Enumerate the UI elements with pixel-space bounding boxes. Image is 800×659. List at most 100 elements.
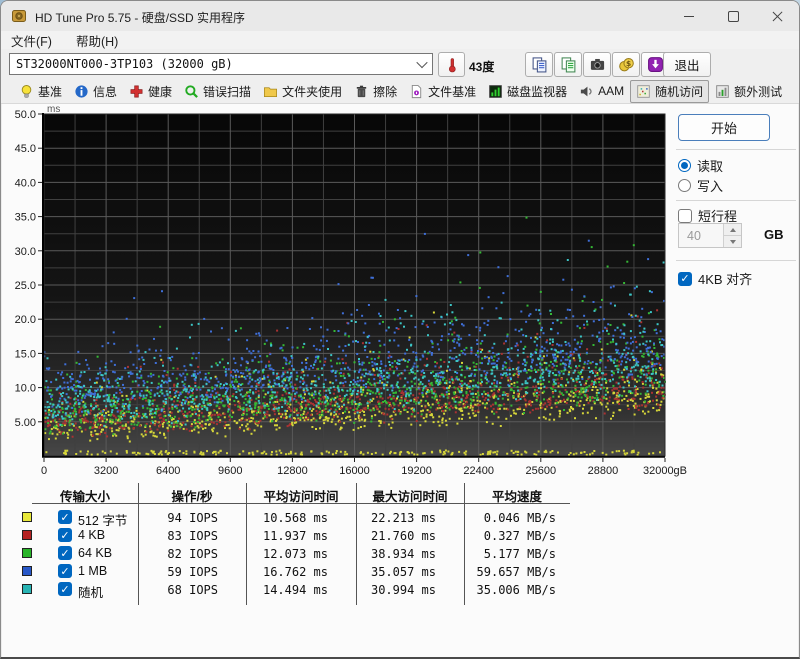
thermometer-icon (448, 57, 456, 72)
svg-text:32000gB: 32000gB (643, 465, 687, 477)
table-cell: 83 IOPS (167, 529, 218, 543)
tab-disk-monitor[interactable]: 磁盘监视器 (482, 80, 573, 103)
file-benchmark-icon (411, 84, 422, 98)
tab-extra-tests[interactable]: 额外测试 (709, 80, 788, 103)
series-visibility-checkbox[interactable] (58, 528, 72, 542)
capacity-stepper[interactable]: 40 (678, 223, 742, 248)
svg-text:10.0: 10.0 (15, 383, 36, 395)
radio-icon (678, 179, 691, 192)
random-access-icon (637, 84, 650, 98)
svg-text:28800: 28800 (588, 465, 619, 477)
divider (676, 149, 796, 150)
tab-aam[interactable]: AAM (573, 81, 630, 102)
stepper-up-button[interactable] (724, 224, 741, 235)
divider (676, 260, 796, 261)
table-cell: 59 IOPS (167, 565, 218, 579)
series-label: 4 KB (78, 528, 106, 542)
tab-label: 擦除 (373, 84, 398, 99)
table-cell: 59.657 MB/s (476, 565, 556, 579)
drive-select-value: ST32000NT000-3TP103 (32000 gB) (16, 57, 233, 71)
maximize-button[interactable] (711, 1, 755, 31)
svg-text:22400: 22400 (463, 465, 494, 477)
minimize-button[interactable] (667, 1, 711, 31)
checkbox-icon (678, 208, 692, 223)
close-button[interactable] (755, 1, 799, 31)
4kb-align-label: 4KB 对齐 (698, 272, 753, 287)
tab-label: AAM (598, 84, 625, 98)
svg-text:ms: ms (47, 104, 60, 115)
mode-write-label: 写入 (697, 179, 724, 194)
tab-health[interactable]: 健康 (123, 80, 178, 103)
series-visibility-checkbox[interactable] (58, 510, 72, 524)
4kb-align-checkbox[interactable]: 4KB 对齐 (678, 269, 752, 288)
mode-write-radio[interactable]: 写入 (678, 176, 723, 195)
benchmark-bulb-icon (21, 84, 32, 98)
table-cell: 94 IOPS (167, 511, 218, 525)
tab-folder-usage[interactable]: 文件夹使用 (257, 80, 348, 103)
menu-help[interactable]: 帮助(H) (76, 31, 118, 50)
series-visibility-checkbox[interactable] (58, 564, 72, 578)
app-disk-icon (12, 10, 26, 22)
title-bar: HD Tune Pro 5.75 - 硬盘/SSD 实用程序 (1, 1, 799, 31)
copy-pages-green-icon (561, 57, 575, 73)
tab-benchmark[interactable]: 基准 (13, 80, 68, 103)
svg-text:15.0: 15.0 (15, 348, 36, 360)
purchase-button[interactable]: $ (612, 52, 640, 77)
series-color-swatch (22, 584, 32, 594)
exit-button[interactable]: 退出 (663, 52, 711, 77)
menu-bar: 文件(F) 帮助(H) (1, 31, 799, 49)
error-scan-magnifier-icon (185, 84, 198, 98)
tab-label: 健康 (148, 84, 173, 99)
arrow-down-icon (729, 239, 736, 244)
table-cell: 16.762 ms (262, 565, 328, 579)
minimize-icon (684, 15, 694, 17)
tab-label: 额外测试 (734, 84, 783, 99)
svg-text:0: 0 (41, 465, 47, 477)
health-cross-icon (130, 85, 143, 97)
erase-trash-icon (356, 85, 367, 97)
series-visibility-checkbox[interactable] (58, 582, 72, 596)
series-color-swatch (22, 566, 32, 576)
start-button[interactable]: 开始 (678, 114, 770, 141)
arrow-up-icon (729, 227, 736, 232)
svg-text:25600: 25600 (526, 465, 557, 477)
divider (676, 200, 796, 201)
series-label: 64 KB (78, 546, 113, 560)
toolbar: ST32000NT000-3TP103 (32000 gB) 43度 $ 退出 (1, 49, 799, 79)
copy-pages-blue-icon (532, 57, 546, 73)
window-title: HD Tune Pro 5.75 - 硬盘/SSD 实用程序 (35, 11, 246, 25)
copy-image-button[interactable] (554, 52, 582, 77)
table-cell: 35.006 MB/s (476, 583, 556, 597)
tab-label: 基准 (38, 84, 63, 99)
series-color-swatch (22, 530, 32, 540)
tab-label: 随机访问 (655, 84, 704, 99)
svg-text:25.0: 25.0 (15, 280, 36, 292)
table-cell: 21.760 ms (370, 529, 436, 543)
svg-text:12800: 12800 (277, 465, 308, 477)
tab-error-scan[interactable]: 错误扫描 (178, 80, 257, 103)
svg-text:20.0: 20.0 (15, 314, 36, 326)
tab-file-benchmark[interactable]: 文件基准 (403, 80, 482, 103)
stepper-down-button[interactable] (724, 235, 741, 247)
screenshot-button[interactable] (583, 52, 611, 77)
access-time-chart: 0 3200 6400 9600 12800 16000 19200 22400 25600 28… (15, 104, 687, 477)
mode-read-radio[interactable]: 读取 (678, 156, 723, 175)
tab-label: 错误扫描 (203, 84, 252, 99)
copy-text-button[interactable] (525, 52, 553, 77)
svg-text:35.0: 35.0 (15, 212, 36, 224)
tab-random-access[interactable]: 随机访问 (630, 79, 710, 103)
tab-erase[interactable]: 擦除 (348, 80, 403, 103)
svg-text:$: $ (626, 59, 631, 68)
menu-file[interactable]: 文件(F) (11, 31, 52, 50)
drive-select[interactable]: ST32000NT000-3TP103 (32000 gB) (9, 53, 433, 75)
temperature-button[interactable] (438, 52, 465, 77)
tab-info[interactable]: 信息 (68, 80, 123, 103)
tab-bar: 基准 信息 健康 错误扫描 文件夹使用 擦除 文件基准 磁盘监视器 AAM 随机访问 额外测试 (1, 79, 799, 104)
svg-text:9600: 9600 (218, 465, 242, 477)
svg-text:50.0: 50.0 (15, 109, 36, 121)
table-cell: 68 IOPS (167, 583, 218, 597)
series-color-swatch (22, 548, 32, 558)
series-visibility-checkbox[interactable] (58, 546, 72, 560)
tab-label: 文件夹使用 (282, 84, 343, 99)
table-cell: 38.934 ms (370, 547, 436, 561)
